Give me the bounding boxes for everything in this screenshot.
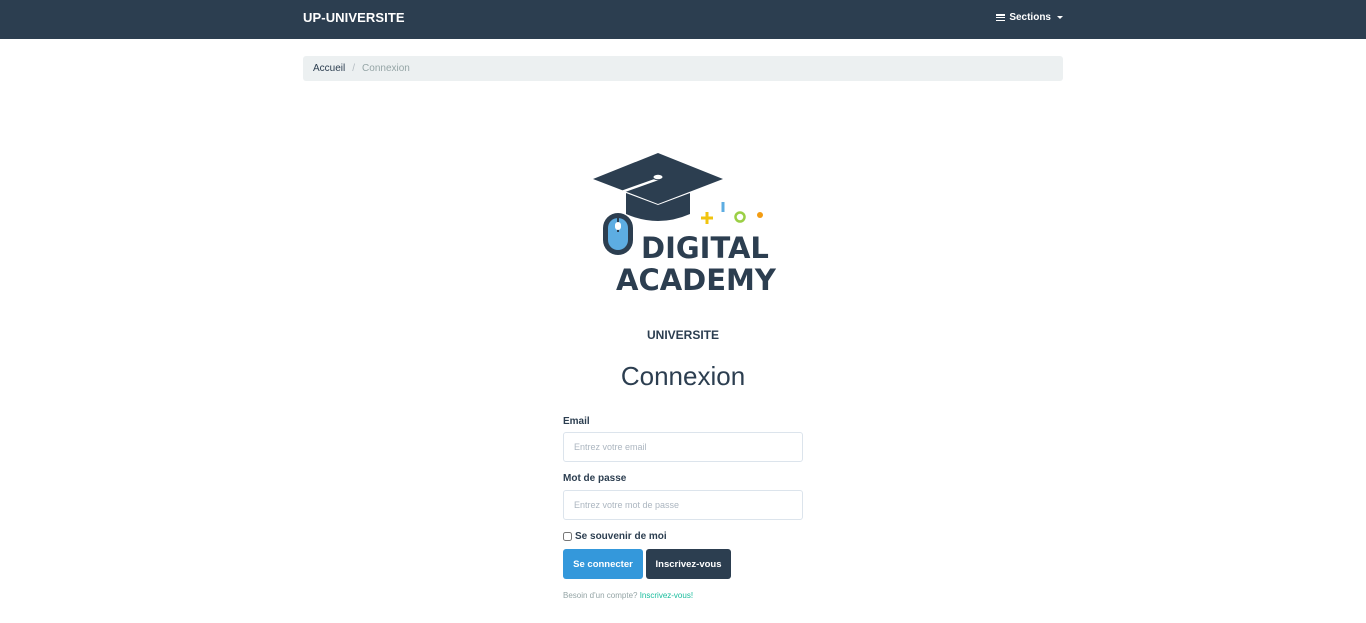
email-field[interactable]: [563, 432, 803, 462]
remember-me-checkbox[interactable]: [563, 532, 572, 541]
breadcrumb: Accueil / Connexion: [303, 56, 1063, 81]
sections-dropdown[interactable]: Sections: [996, 12, 1063, 23]
login-button[interactable]: Se connecter: [563, 549, 643, 579]
brand-link[interactable]: UP-UNIVERSITE: [303, 10, 405, 25]
graduation-cap-icon: [593, 153, 723, 221]
sections-label: Sections: [1009, 12, 1051, 23]
caret-down-icon: [1057, 16, 1063, 19]
signup-link[interactable]: Inscrivez-vous!: [640, 591, 693, 600]
password-label: Mot de passe: [563, 473, 627, 484]
logo-text-line2: ACADEMY: [616, 263, 777, 296]
signup-prompt-text: Besoin d'un compte?: [563, 591, 638, 600]
decoration-dots: [701, 202, 763, 224]
top-navbar: UP-UNIVERSITE Sections: [0, 0, 1366, 39]
breadcrumb-current: Connexion: [362, 63, 410, 74]
page-title: Connexion: [620, 361, 746, 391]
logo-text-line1: DIGITAL: [641, 231, 769, 265]
signup-prompt: Besoin d'un compte? Inscrivez-vous!: [563, 591, 693, 600]
remember-me: Se souvenir de moi: [563, 531, 667, 542]
password-field[interactable]: [563, 490, 803, 520]
bars-icon: [996, 14, 1006, 22]
university-subtitle: UNIVERSITE: [646, 328, 719, 342]
computer-mouse-icon: [603, 213, 633, 255]
digital-academy-logo: DIGITAL ACADEMY: [593, 153, 777, 296]
remember-me-label[interactable]: Se souvenir de moi: [575, 531, 667, 542]
register-button[interactable]: Inscrivez-vous: [646, 549, 731, 579]
email-label: Email: [563, 416, 590, 427]
breadcrumb-separator: /: [352, 63, 356, 74]
breadcrumb-home-link[interactable]: Accueil: [313, 63, 345, 74]
